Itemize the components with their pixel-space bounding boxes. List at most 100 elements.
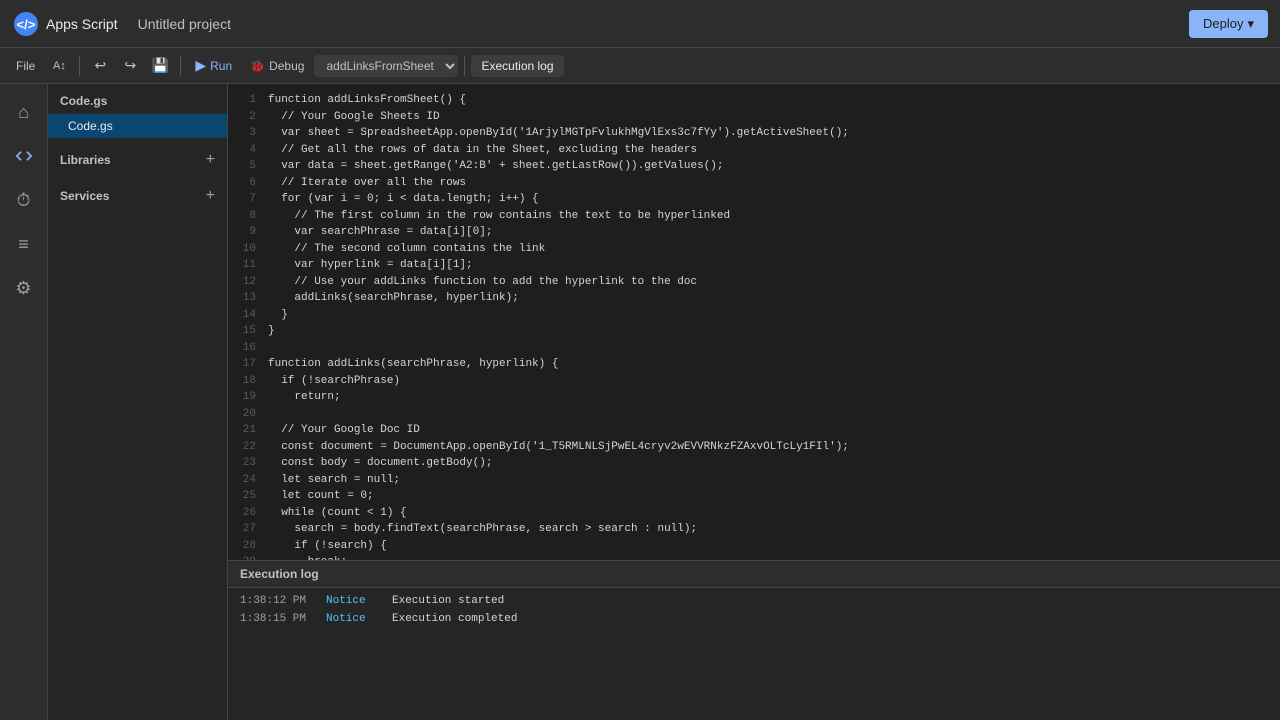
save-button[interactable]: 💾 (146, 52, 174, 80)
code-section-header[interactable]: Code.gs (48, 88, 227, 114)
sidebar-item-executions[interactable]: ≡ (4, 224, 44, 264)
line-content: // Your Google Sheets ID (268, 109, 1280, 126)
log-row: 1:38:15 PM Notice Execution completed (228, 610, 1280, 628)
toolbar-separator-1 (79, 56, 80, 76)
run-button[interactable]: ▶ Run (187, 53, 240, 78)
sidebar-item-code[interactable] (4, 136, 44, 176)
line-content: } (268, 323, 1280, 340)
run-icon: ▶ (195, 57, 206, 74)
code-file-label: Code.gs (68, 119, 113, 133)
execution-log-tab[interactable]: Execution log (471, 55, 563, 77)
line-content: if (!search) { (268, 538, 1280, 555)
line-number: 15 (228, 323, 268, 340)
line-number: 13 (228, 290, 268, 307)
code-section: Code.gs Code.gs (48, 84, 227, 142)
line-content: var hyperlink = data[i][1]; (268, 257, 1280, 274)
main-layout: ⌂ ⏱ ≡ ⚙ Code.gs Code.gs Libraries + Serv… (0, 84, 1280, 720)
line-number: 8 (228, 208, 268, 225)
code-line: 12 // Use your addLinks function to add … (228, 274, 1280, 291)
code-line: 26 while (count < 1) { (228, 505, 1280, 522)
undo-button[interactable]: ↩ (86, 52, 114, 80)
deploy-chevron-icon: ▾ (1247, 16, 1254, 32)
redo-button[interactable]: ↪ (116, 52, 144, 80)
line-number: 20 (228, 406, 268, 423)
line-number: 23 (228, 455, 268, 472)
line-number: 11 (228, 257, 268, 274)
libraries-section-header[interactable]: Libraries + (48, 146, 227, 174)
code-line: 24 let search = null; (228, 472, 1280, 489)
code-line: 3 var sheet = SpreadsheetApp.openById('1… (228, 125, 1280, 142)
font-size-button[interactable]: A↕ (45, 52, 73, 80)
left-panel: Code.gs Code.gs Libraries + Services + (48, 84, 228, 720)
log-time: 1:38:12 PM (240, 595, 310, 607)
log-message: Execution completed (392, 613, 517, 625)
file-menu-label: File (16, 59, 35, 73)
code-line: 5 var data = sheet.getRange('A2:B' + she… (228, 158, 1280, 175)
sidebar-item-home[interactable]: ⌂ (4, 92, 44, 132)
line-content: if (!searchPhrase) (268, 373, 1280, 390)
line-number: 16 (228, 340, 268, 357)
debug-label: Debug (269, 59, 304, 73)
app-title: Apps Script (46, 16, 118, 32)
file-menu-button[interactable]: File (8, 55, 43, 77)
project-name[interactable]: Untitled project (138, 16, 231, 32)
services-label: Services (60, 189, 109, 203)
code-line: 17function addLinks(searchPhrase, hyperl… (228, 356, 1280, 373)
code-file-item[interactable]: Code.gs (48, 114, 227, 138)
line-content: const document = DocumentApp.openById('1… (268, 439, 1280, 456)
code-line: 27 search = body.findText(searchPhrase, … (228, 521, 1280, 538)
debug-button[interactable]: 🐞 Debug (242, 55, 312, 77)
code-line: 19 return; (228, 389, 1280, 406)
line-content: let count = 0; (268, 488, 1280, 505)
line-number: 22 (228, 439, 268, 456)
line-content: var sheet = SpreadsheetApp.openById('1Ar… (268, 125, 1280, 142)
line-number: 24 (228, 472, 268, 489)
line-content: // The first column in the row contains … (268, 208, 1280, 225)
sidebar: ⌂ ⏱ ≡ ⚙ (0, 84, 48, 720)
line-content: // Get all the rows of data in the Sheet… (268, 142, 1280, 159)
log-level: Notice (326, 613, 376, 625)
libraries-section: Libraries + (48, 142, 227, 178)
code-editor[interactable]: 1function addLinksFromSheet() {2 // Your… (228, 84, 1280, 560)
code-line: 14 } (228, 307, 1280, 324)
line-number: 4 (228, 142, 268, 159)
line-number: 19 (228, 389, 268, 406)
code-section-label: Code.gs (60, 94, 107, 108)
line-content: let search = null; (268, 472, 1280, 489)
add-library-button[interactable]: + (206, 152, 215, 168)
line-number: 9 (228, 224, 268, 241)
code-line: 7 for (var i = 0; i < data.length; i++) … (228, 191, 1280, 208)
code-line: 28 if (!search) { (228, 538, 1280, 555)
line-content: // Your Google Doc ID (268, 422, 1280, 439)
code-line: 25 let count = 0; (228, 488, 1280, 505)
line-number: 21 (228, 422, 268, 439)
code-line: 9 var searchPhrase = data[i][0]; (228, 224, 1280, 241)
deploy-button[interactable]: Deploy ▾ (1189, 10, 1268, 38)
line-number: 17 (228, 356, 268, 373)
code-line: 13 addLinks(searchPhrase, hyperlink); (228, 290, 1280, 307)
sidebar-item-settings[interactable]: ⚙ (4, 268, 44, 308)
log-time: 1:38:15 PM (240, 613, 310, 625)
sidebar-item-triggers[interactable]: ⏱ (4, 180, 44, 220)
toolbar-separator-2 (180, 56, 181, 76)
add-service-button[interactable]: + (206, 188, 215, 204)
line-number: 14 (228, 307, 268, 324)
line-content: function addLinks(searchPhrase, hyperlin… (268, 356, 1280, 373)
line-number: 12 (228, 274, 268, 291)
line-content: // Use your addLinks function to add the… (268, 274, 1280, 291)
code-line: 8 // The first column in the row contain… (228, 208, 1280, 225)
services-section-header[interactable]: Services + (48, 182, 227, 210)
line-content: // Iterate over all the rows (268, 175, 1280, 192)
code-line: 1function addLinksFromSheet() { (228, 92, 1280, 109)
line-content: for (var i = 0; i < data.length; i++) { (268, 191, 1280, 208)
line-number: 3 (228, 125, 268, 142)
line-content: const body = document.getBody(); (268, 455, 1280, 472)
line-number: 6 (228, 175, 268, 192)
toolbar: File A↕ ↩ ↪ 💾 ▶ Run 🐞 Debug addLinksFrom… (0, 48, 1280, 84)
code-line: 15} (228, 323, 1280, 340)
redo-icon: ↪ (124, 57, 136, 74)
code-line: 10 // The second column contains the lin… (228, 241, 1280, 258)
line-number: 10 (228, 241, 268, 258)
code-line: 21 // Your Google Doc ID (228, 422, 1280, 439)
function-selector[interactable]: addLinksFromSheet (314, 55, 458, 77)
